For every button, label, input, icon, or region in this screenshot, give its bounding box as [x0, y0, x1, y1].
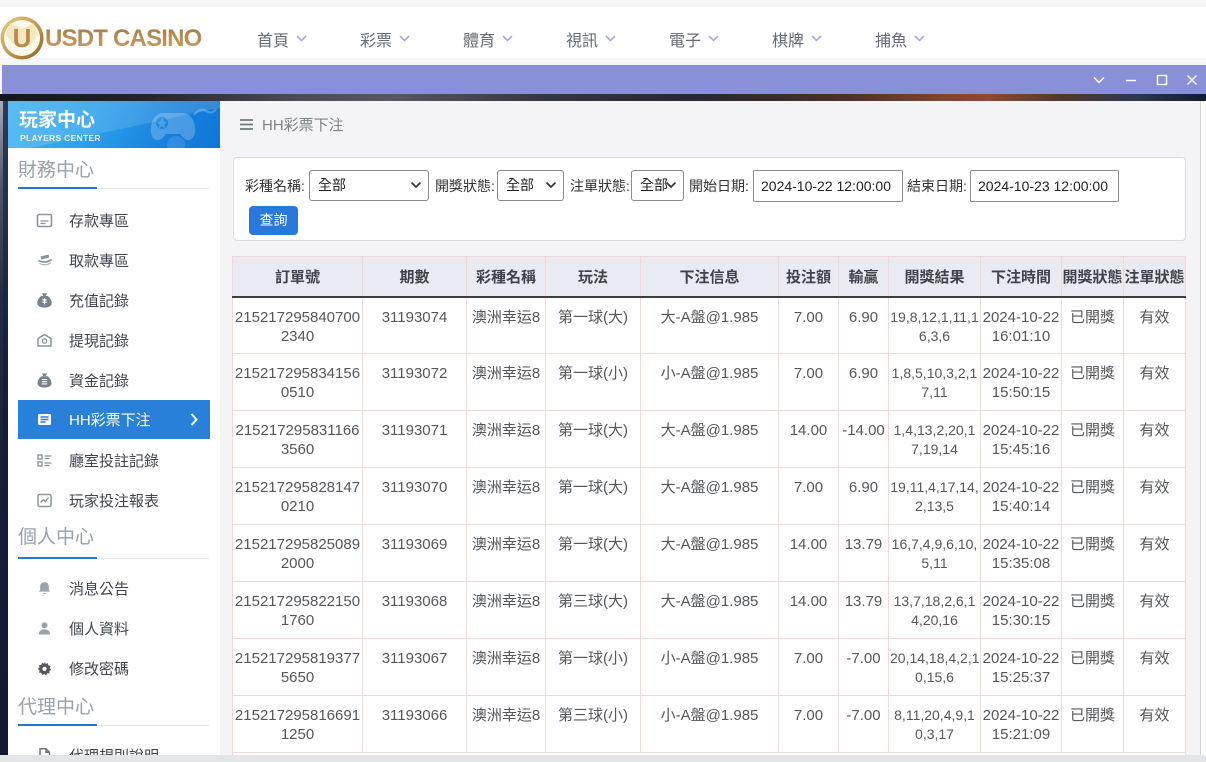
svg-text:U: U [13, 23, 32, 53]
